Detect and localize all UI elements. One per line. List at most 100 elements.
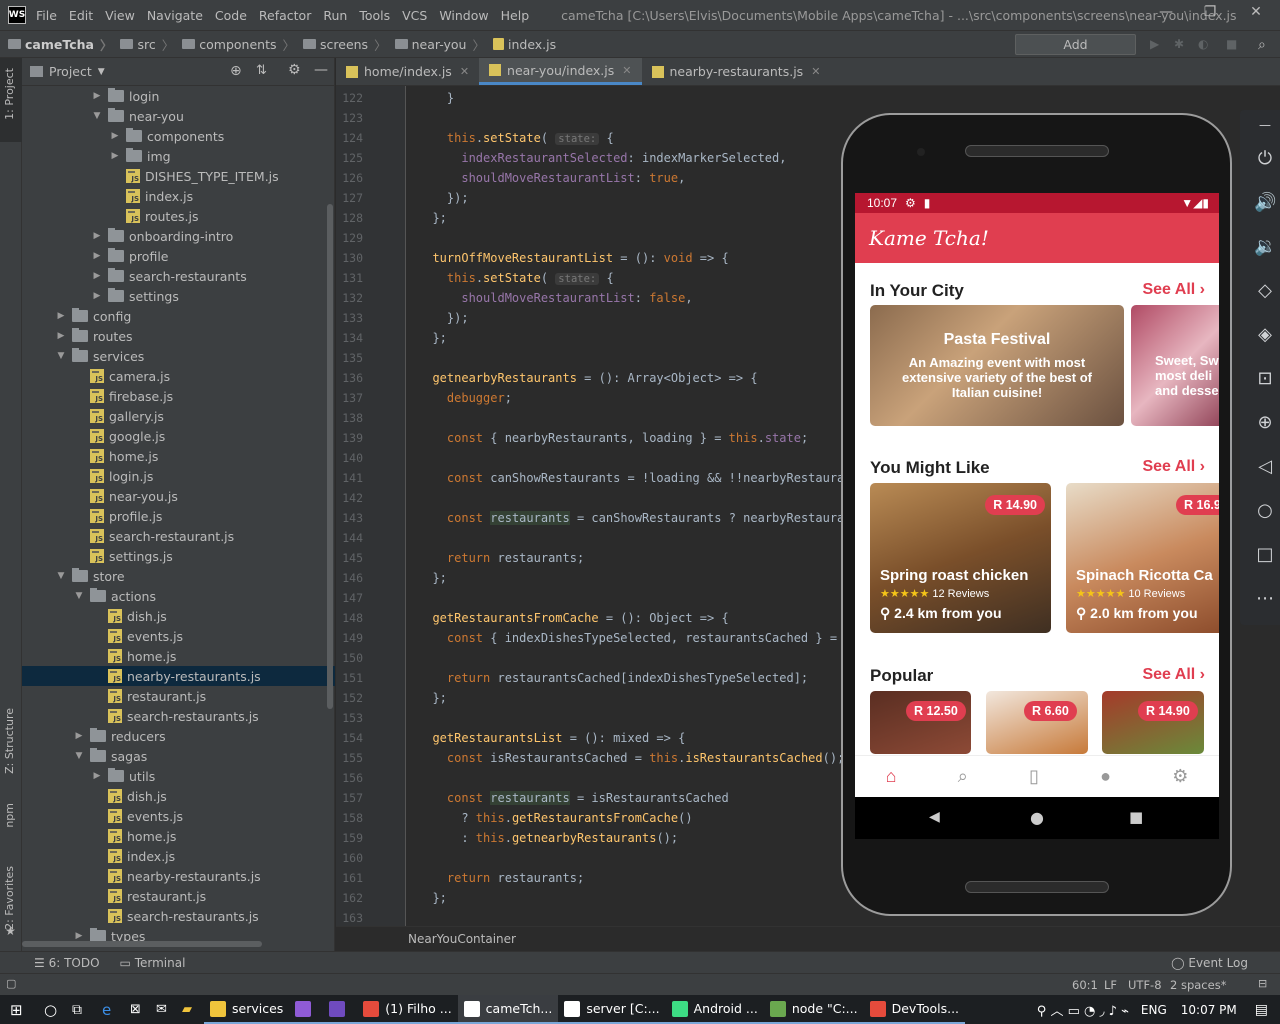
code-line[interactable]: } bbox=[418, 88, 454, 108]
profile-tab-icon[interactable]: ● bbox=[1100, 766, 1111, 787]
tree-file[interactable]: JS settings.js bbox=[22, 546, 335, 566]
tree-file[interactable]: JS near-you.js bbox=[22, 486, 335, 506]
tree-folder[interactable]: ▶ routes bbox=[22, 326, 335, 346]
code-line[interactable]: }; bbox=[418, 688, 446, 708]
stop-icon[interactable]: ■ bbox=[1226, 37, 1240, 51]
tree-scrollbar[interactable] bbox=[327, 204, 333, 709]
mail-icon[interactable]: ✉ bbox=[156, 1002, 178, 1017]
rotate-left-icon[interactable]: ◇ bbox=[1254, 280, 1276, 302]
cortana-icon[interactable]: ○ bbox=[44, 1001, 66, 1019]
taskbar-app[interactable]: server [C:... bbox=[558, 995, 666, 1024]
code-line[interactable]: : this.getnearbyRestaurants(); bbox=[418, 828, 678, 848]
taskbar-app[interactable]: services bbox=[204, 995, 290, 1024]
home-icon[interactable]: ○ bbox=[1254, 500, 1276, 522]
chevron-right-icon[interactable]: ▶ bbox=[108, 131, 122, 141]
tree-file[interactable]: JS nearby-restaurants.js bbox=[22, 866, 335, 886]
tree-file[interactable]: JS routes.js bbox=[22, 206, 335, 226]
tab-home-index[interactable]: home/index.js ✕ bbox=[336, 58, 479, 85]
search-tab-icon[interactable]: ⌕ bbox=[958, 766, 968, 787]
chevron-right-icon[interactable]: ▶ bbox=[72, 731, 86, 741]
taskbar-app[interactable] bbox=[323, 995, 358, 1024]
chevron-down-icon[interactable]: ▼ bbox=[90, 111, 104, 121]
gear-icon[interactable]: ⚙ bbox=[288, 62, 301, 78]
code-line[interactable]: const { nearbyRestaurants, loading } = t… bbox=[418, 428, 808, 448]
code-line[interactable]: }; bbox=[418, 888, 446, 908]
taskbar-app[interactable] bbox=[289, 995, 324, 1024]
tree-file[interactable]: JS gallery.js bbox=[22, 406, 335, 426]
chevron-down-icon[interactable]: ▼ bbox=[98, 67, 105, 77]
panel-toggle-icon[interactable]: ▢ bbox=[6, 977, 16, 990]
chevron-right-icon[interactable]: ▶ bbox=[54, 311, 68, 321]
menu-code[interactable]: Code bbox=[215, 8, 247, 23]
tree-folder[interactable]: ▶ components bbox=[22, 126, 335, 146]
chevron-down-icon[interactable]: ▼ bbox=[72, 591, 86, 601]
event-card-sweet[interactable]: Sweet, Sw most deli and desser bbox=[1131, 305, 1219, 426]
minimize-icon[interactable]: — bbox=[1156, 4, 1176, 24]
windows-start-icon[interactable]: ⊞ bbox=[10, 1001, 30, 1019]
map-tab-icon[interactable]: ▯ bbox=[1029, 766, 1039, 787]
notifications-icon[interactable]: ▤ bbox=[1255, 1002, 1268, 1018]
more-icon[interactable]: ⋯ bbox=[1254, 588, 1276, 610]
tab-nearby-restaurants[interactable]: nearby-restaurants.js ✕ bbox=[642, 58, 831, 85]
chevron-right-icon[interactable]: ▶ bbox=[54, 331, 68, 341]
menu-help[interactable]: Help bbox=[501, 8, 530, 23]
tree-file[interactable]: JS firebase.js bbox=[22, 386, 335, 406]
code-line[interactable]: return restaurantsCached[indexDishesType… bbox=[418, 668, 808, 688]
project-view-dropdown[interactable]: Project bbox=[49, 64, 92, 79]
close-icon[interactable]: ✕ bbox=[1246, 4, 1266, 24]
code-line[interactable]: getRestaurantsFromCache = (): Object => … bbox=[418, 608, 728, 628]
back-icon[interactable]: ◀ bbox=[929, 809, 940, 825]
breadcrumb-components[interactable]: components 〉 bbox=[174, 35, 295, 54]
debug-icon[interactable]: ✱ bbox=[1174, 37, 1188, 51]
language-indicator[interactable]: ENG bbox=[1141, 1003, 1167, 1017]
see-all-like-button[interactable]: See All › bbox=[1142, 458, 1205, 476]
code-line[interactable]: debugger; bbox=[418, 388, 512, 408]
code-line[interactable]: }; bbox=[418, 208, 446, 228]
chevron-right-icon[interactable]: ▶ bbox=[108, 151, 122, 161]
taskbar-app[interactable]: (1) Filho ... bbox=[357, 995, 458, 1024]
task-view-icon[interactable]: ⧉ bbox=[72, 1002, 94, 1018]
tree-file[interactable]: JS events.js bbox=[22, 626, 335, 646]
chevron-right-icon[interactable]: ▶ bbox=[90, 251, 104, 261]
home-icon[interactable]: ● bbox=[1030, 808, 1044, 827]
menu-run[interactable]: Run bbox=[323, 8, 347, 23]
menu-window[interactable]: Window bbox=[439, 8, 488, 23]
tree-folder[interactable]: ▶ reducers bbox=[22, 726, 335, 746]
menu-file[interactable]: File bbox=[36, 8, 57, 23]
chevron-right-icon[interactable]: ▶ bbox=[90, 271, 104, 281]
chevron-right-icon[interactable]: ▶ bbox=[90, 291, 104, 301]
chevron-right-icon[interactable]: ▶ bbox=[90, 231, 104, 241]
dish-card-chicken[interactable]: R 14.90 Spring roast chicken ★★★★★ 12 Re… bbox=[870, 483, 1051, 633]
see-all-popular-button[interactable]: See All › bbox=[1142, 666, 1205, 684]
chevron-down-icon[interactable]: ▼ bbox=[54, 571, 68, 581]
tree-file[interactable]: JS restaurant.js bbox=[22, 886, 335, 906]
power-icon[interactable]: ⏻ bbox=[1254, 148, 1276, 170]
code-line[interactable]: getRestaurantsList = (): mixed => { bbox=[418, 728, 685, 748]
file-encoding[interactable]: UTF-8 bbox=[1128, 978, 1162, 992]
menu-vcs[interactable]: VCS bbox=[402, 8, 427, 23]
tree-folder[interactable]: ▶ profile bbox=[22, 246, 335, 266]
breadcrumb-src[interactable]: src 〉 bbox=[112, 35, 174, 54]
clock[interactable]: 10:07 PM bbox=[1181, 1003, 1237, 1017]
tree-file[interactable]: JS dish.js bbox=[22, 606, 335, 626]
tree-folder[interactable]: ▶ settings bbox=[22, 286, 335, 306]
caret-position[interactable]: 60:1 bbox=[1072, 978, 1098, 992]
tool-tab-structure[interactable]: Z: Structure bbox=[3, 708, 16, 774]
hide-panel-icon[interactable]: — bbox=[314, 62, 328, 78]
home-tab-icon[interactable]: ⌂ bbox=[886, 766, 897, 787]
tree-folder[interactable]: ▶ utils bbox=[22, 766, 335, 786]
edge-icon[interactable]: e bbox=[102, 1001, 124, 1019]
code-line[interactable]: this.setState( state: { bbox=[418, 128, 614, 148]
tree-file[interactable]: JS profile.js bbox=[22, 506, 335, 526]
code-line[interactable]: getnearbyRestaurants = (): Array<Object>… bbox=[418, 368, 757, 388]
volume-up-icon[interactable]: 🔊 bbox=[1254, 192, 1276, 214]
maximize-icon[interactable]: ❐ bbox=[1200, 4, 1220, 24]
tree-folder[interactable]: ▶ onboarding-intro bbox=[22, 226, 335, 246]
tree-folder[interactable]: ▶ img bbox=[22, 146, 335, 166]
screenshot-icon[interactable]: ⊡ bbox=[1254, 368, 1276, 390]
tree-file[interactable]: JS google.js bbox=[22, 426, 335, 446]
coverage-icon[interactable]: ◐ bbox=[1198, 37, 1212, 51]
code-line[interactable]: shouldMoveRestaurantList: true, bbox=[418, 168, 685, 188]
code-line[interactable]: const restaurants = isRestaurantsCached bbox=[418, 788, 729, 808]
tree-file[interactable]: JS search-restaurant.js bbox=[22, 526, 335, 546]
